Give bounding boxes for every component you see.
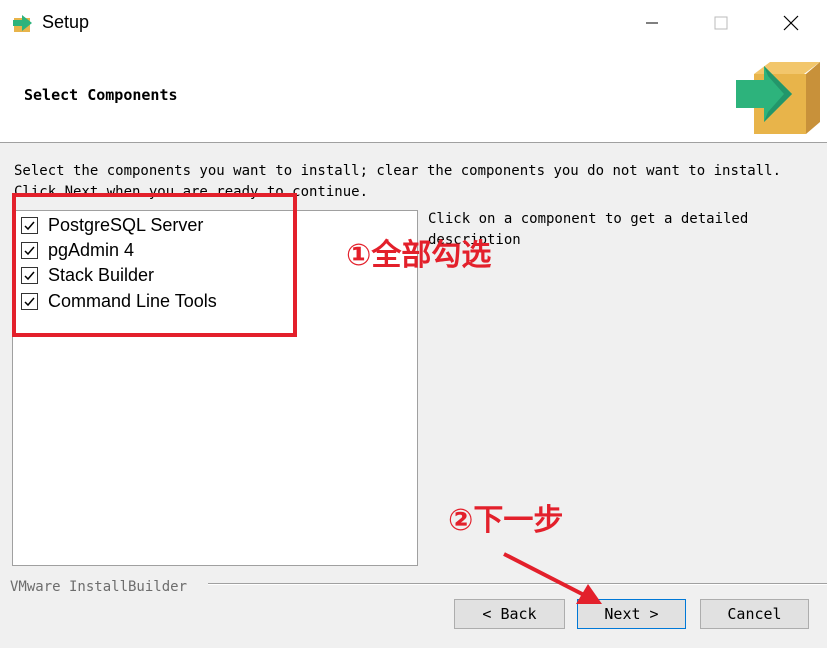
arrow-annotation-icon	[503, 552, 602, 604]
window-title: Setup	[42, 12, 90, 32]
install-box-icon	[736, 62, 820, 134]
maximize-icon	[714, 16, 728, 30]
title-bar: Setup	[0, 0, 827, 48]
minimize-icon	[646, 22, 658, 24]
annotation-step1: ①全部勾选	[346, 238, 492, 273]
page-title: Select Components	[24, 86, 178, 104]
setup-app-icon	[13, 15, 32, 32]
installer-brand: VMware InstallBuilder	[10, 579, 188, 595]
close-button[interactable]	[756, 0, 826, 46]
annotation-step2: ②下一步	[448, 503, 564, 538]
highlight-box	[12, 193, 297, 337]
cancel-button[interactable]: Cancel	[700, 599, 809, 629]
minimize-button[interactable]	[617, 0, 687, 46]
close-icon	[783, 15, 799, 31]
maximize-button[interactable]	[686, 0, 756, 46]
wizard-header: Select Components	[0, 48, 827, 143]
